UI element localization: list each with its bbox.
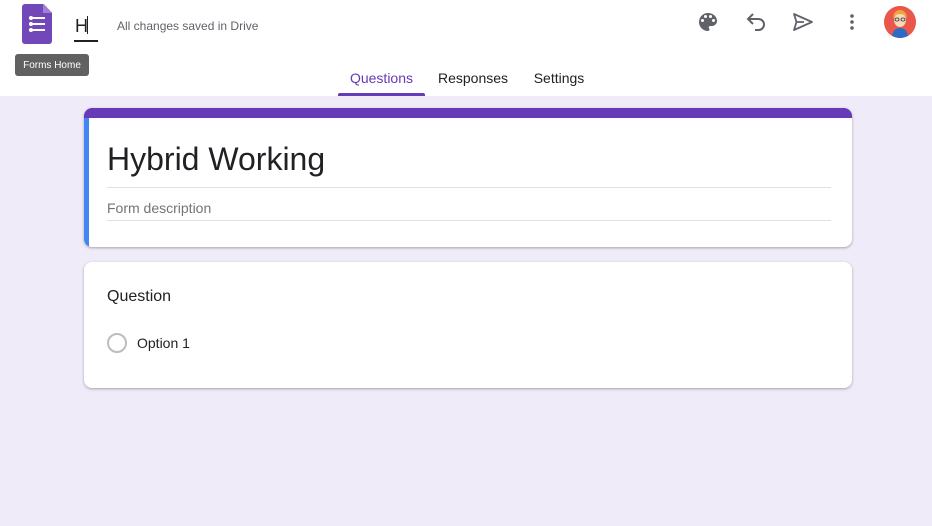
description-underline xyxy=(107,220,831,221)
active-tab-indicator xyxy=(338,93,425,96)
tab-questions[interactable]: Questions xyxy=(338,60,425,96)
forms-home-tooltip: Forms Home xyxy=(15,54,89,76)
question-card[interactable]: Question Option 1 xyxy=(84,262,852,388)
more-vert-icon[interactable] xyxy=(838,8,866,36)
form-name-input[interactable] xyxy=(74,12,98,42)
undo-icon[interactable] xyxy=(742,8,770,36)
tab-settings[interactable]: Settings xyxy=(526,60,592,96)
save-status: All changes saved in Drive xyxy=(117,19,259,33)
palette-icon[interactable] xyxy=(694,8,722,36)
google-forms-icon[interactable] xyxy=(22,4,52,44)
form-description-field[interactable]: Form description xyxy=(107,200,211,216)
text-cursor xyxy=(87,16,88,34)
avatar[interactable] xyxy=(884,6,916,38)
top-bar: Forms Home All changes saved in Drive Qu… xyxy=(0,0,932,96)
title-underline xyxy=(107,187,831,188)
tab-responses[interactable]: Responses xyxy=(433,60,513,96)
header-accent-stripe xyxy=(84,108,852,118)
form-header-card[interactable]: Hybrid Working Form description xyxy=(84,108,852,247)
focus-indicator xyxy=(84,118,89,247)
radio-button[interactable] xyxy=(107,333,127,353)
option-label[interactable]: Option 1 xyxy=(137,335,190,351)
form-title[interactable]: Hybrid Working xyxy=(107,141,325,178)
question-title[interactable]: Question xyxy=(107,288,171,306)
send-icon[interactable] xyxy=(789,8,817,36)
